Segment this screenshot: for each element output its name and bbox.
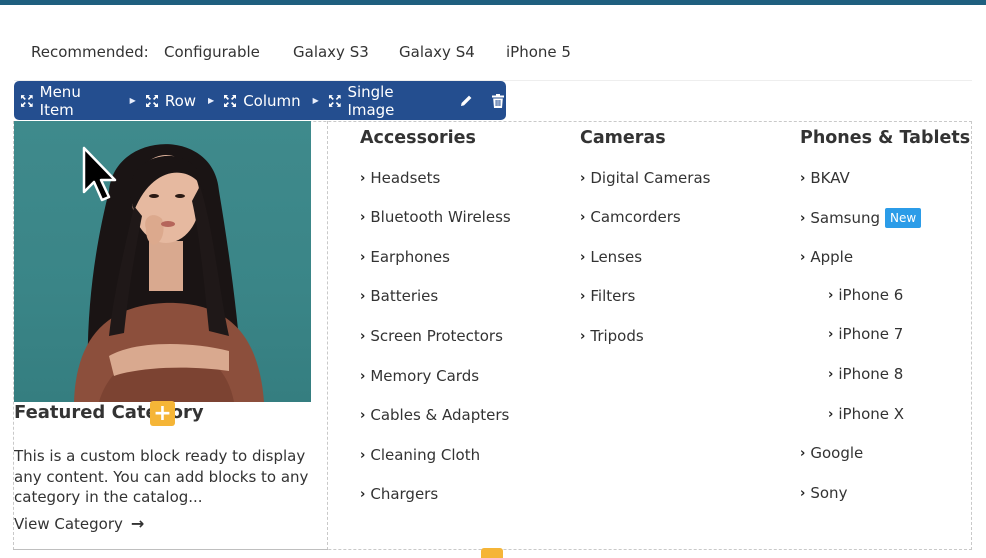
menu-column-cameras: Cameras xyxy=(580,128,780,152)
chevron-right-icon: › xyxy=(800,485,806,501)
chevron-right-icon: › xyxy=(800,249,806,265)
menu-column-accessories: Accessories xyxy=(360,128,560,152)
woman-portrait-illustration xyxy=(74,144,264,402)
toolbar-chevron-icon: ▶ xyxy=(208,96,215,105)
element-toolbar: Menu Item ▶ Row ▶ Column ▶ Single Image xyxy=(14,81,506,120)
chevron-right-icon: › xyxy=(580,209,586,225)
menu-item-screen-protectors[interactable]: › Screen Protectors xyxy=(360,327,503,345)
menu-item-apple[interactable]: › Apple xyxy=(800,248,853,266)
menu-item-cleaning-cloth[interactable]: › Cleaning Cloth xyxy=(360,446,480,464)
toolbar-chevron-icon: ▶ xyxy=(129,96,136,105)
toolbar-menu-item-label: Menu Item xyxy=(39,82,81,119)
arrow-right-icon: → xyxy=(130,514,145,533)
toolbar-single-image-label: Single Image xyxy=(347,82,395,119)
mouse-pointer-icon xyxy=(82,146,117,202)
chevron-right-icon: › xyxy=(360,249,366,265)
chevron-right-icon: › xyxy=(580,249,586,265)
menu-item-cables-adapters[interactable]: › Cables & Adapters xyxy=(360,406,509,424)
menu-item-iphone-x[interactable]: › iPhone X xyxy=(828,405,904,423)
menu-item-batteries[interactable]: › Batteries xyxy=(360,287,438,305)
recommended-link-galaxy-s3[interactable]: Galaxy S3 xyxy=(293,43,369,61)
column-divider xyxy=(327,121,328,550)
chevron-right-icon: › xyxy=(828,366,834,382)
featured-category-title: Featured Category xyxy=(14,402,204,423)
featured-category-description: This is a custom block ready to display … xyxy=(14,447,309,506)
trash-icon xyxy=(492,93,505,108)
view-category-label: View Category xyxy=(14,514,123,533)
menu-item-tripods[interactable]: › Tripods xyxy=(580,327,644,345)
toolbar-menu-item[interactable]: Menu Item xyxy=(20,83,118,119)
add-row-button[interactable] xyxy=(481,548,503,558)
edit-button[interactable] xyxy=(459,93,475,109)
delete-button[interactable] xyxy=(490,93,506,109)
menu-item-lenses[interactable]: › Lenses xyxy=(580,248,642,266)
menu-item-chargers[interactable]: › Chargers xyxy=(360,485,438,503)
chevron-right-icon: › xyxy=(800,210,806,226)
featured-image[interactable] xyxy=(14,121,311,402)
chevron-right-icon: › xyxy=(360,368,366,384)
toolbar-column-label: Column xyxy=(243,91,301,110)
recommended-link-iphone-5[interactable]: iPhone 5 xyxy=(506,43,571,61)
menu-item-bluetooth-wireless[interactable]: › Bluetooth Wireless xyxy=(360,208,511,226)
chevron-right-icon: › xyxy=(360,328,366,344)
menu-item-filters[interactable]: › Filters xyxy=(580,287,635,305)
chevron-right-icon: › xyxy=(828,326,834,342)
recommended-link-galaxy-s4[interactable]: Galaxy S4 xyxy=(399,43,475,61)
view-category-link[interactable]: View Category → xyxy=(14,514,144,533)
toolbar-chevron-icon: ▶ xyxy=(312,96,319,105)
plus-icon: + xyxy=(153,400,172,426)
top-accent-bar xyxy=(0,0,986,5)
menu-item-iphone-7[interactable]: › iPhone 7 xyxy=(828,325,903,343)
menu-item-digital-cameras[interactable]: › Digital Cameras xyxy=(580,169,710,187)
chevron-right-icon: › xyxy=(800,170,806,186)
chevron-right-icon: › xyxy=(360,447,366,463)
chevron-right-icon: › xyxy=(360,407,366,423)
menu-item-memory-cards[interactable]: › Memory Cards xyxy=(360,367,479,385)
column-title-phones-tablets: Phones & Tablets xyxy=(800,128,971,148)
recommended-link-configurable[interactable]: Configurable xyxy=(164,43,260,61)
chevron-right-icon: › xyxy=(580,328,586,344)
menu-item-bkav[interactable]: › BKAV xyxy=(800,169,850,187)
menu-item-iphone-8[interactable]: › iPhone 8 xyxy=(828,365,903,383)
menu-item-headsets[interactable]: › Headsets xyxy=(360,169,440,187)
menu-column-phones-tablets: Phones & Tablets xyxy=(800,128,975,152)
recommended-label: Recommended: xyxy=(31,43,149,61)
toolbar-row-label: Row xyxy=(164,91,197,110)
chevron-right-icon: › xyxy=(800,445,806,461)
menu-item-iphone-6[interactable]: › iPhone 6 xyxy=(828,286,903,304)
new-badge: New xyxy=(885,208,922,228)
expand-arrows-icon xyxy=(224,94,237,107)
menu-item-sony[interactable]: › Sony xyxy=(800,484,847,502)
chevron-right-icon: › xyxy=(360,486,366,502)
chevron-right-icon: › xyxy=(360,288,366,304)
add-block-button[interactable]: + xyxy=(150,401,175,426)
chevron-right-icon: › xyxy=(828,406,834,422)
menu-item-samsung[interactable]: › Samsung New xyxy=(800,208,922,228)
chevron-right-icon: › xyxy=(828,287,834,303)
menu-item-earphones[interactable]: › Earphones xyxy=(360,248,450,266)
expand-arrows-icon xyxy=(20,94,33,107)
chevron-right-icon: › xyxy=(580,170,586,186)
chevron-right-icon: › xyxy=(580,288,586,304)
chevron-right-icon: › xyxy=(360,209,366,225)
expand-arrows-icon xyxy=(328,94,341,107)
pencil-icon xyxy=(461,95,472,106)
column-title-accessories: Accessories xyxy=(360,128,476,148)
chevron-right-icon: › xyxy=(360,170,366,186)
toolbar-row[interactable]: Row xyxy=(145,92,196,110)
column-bottom-edge xyxy=(13,549,328,550)
menu-item-camcorders[interactable]: › Camcorders xyxy=(580,208,681,226)
toolbar-column[interactable]: Column xyxy=(223,91,301,110)
toolbar-single-image[interactable]: Single Image xyxy=(328,83,443,119)
expand-arrows-icon xyxy=(145,94,158,107)
menu-item-google[interactable]: › Google xyxy=(800,444,863,462)
column-title-cameras: Cameras xyxy=(580,128,666,148)
recommended-bar: Recommended: Configurable Galaxy S3 Gala… xyxy=(0,30,986,74)
